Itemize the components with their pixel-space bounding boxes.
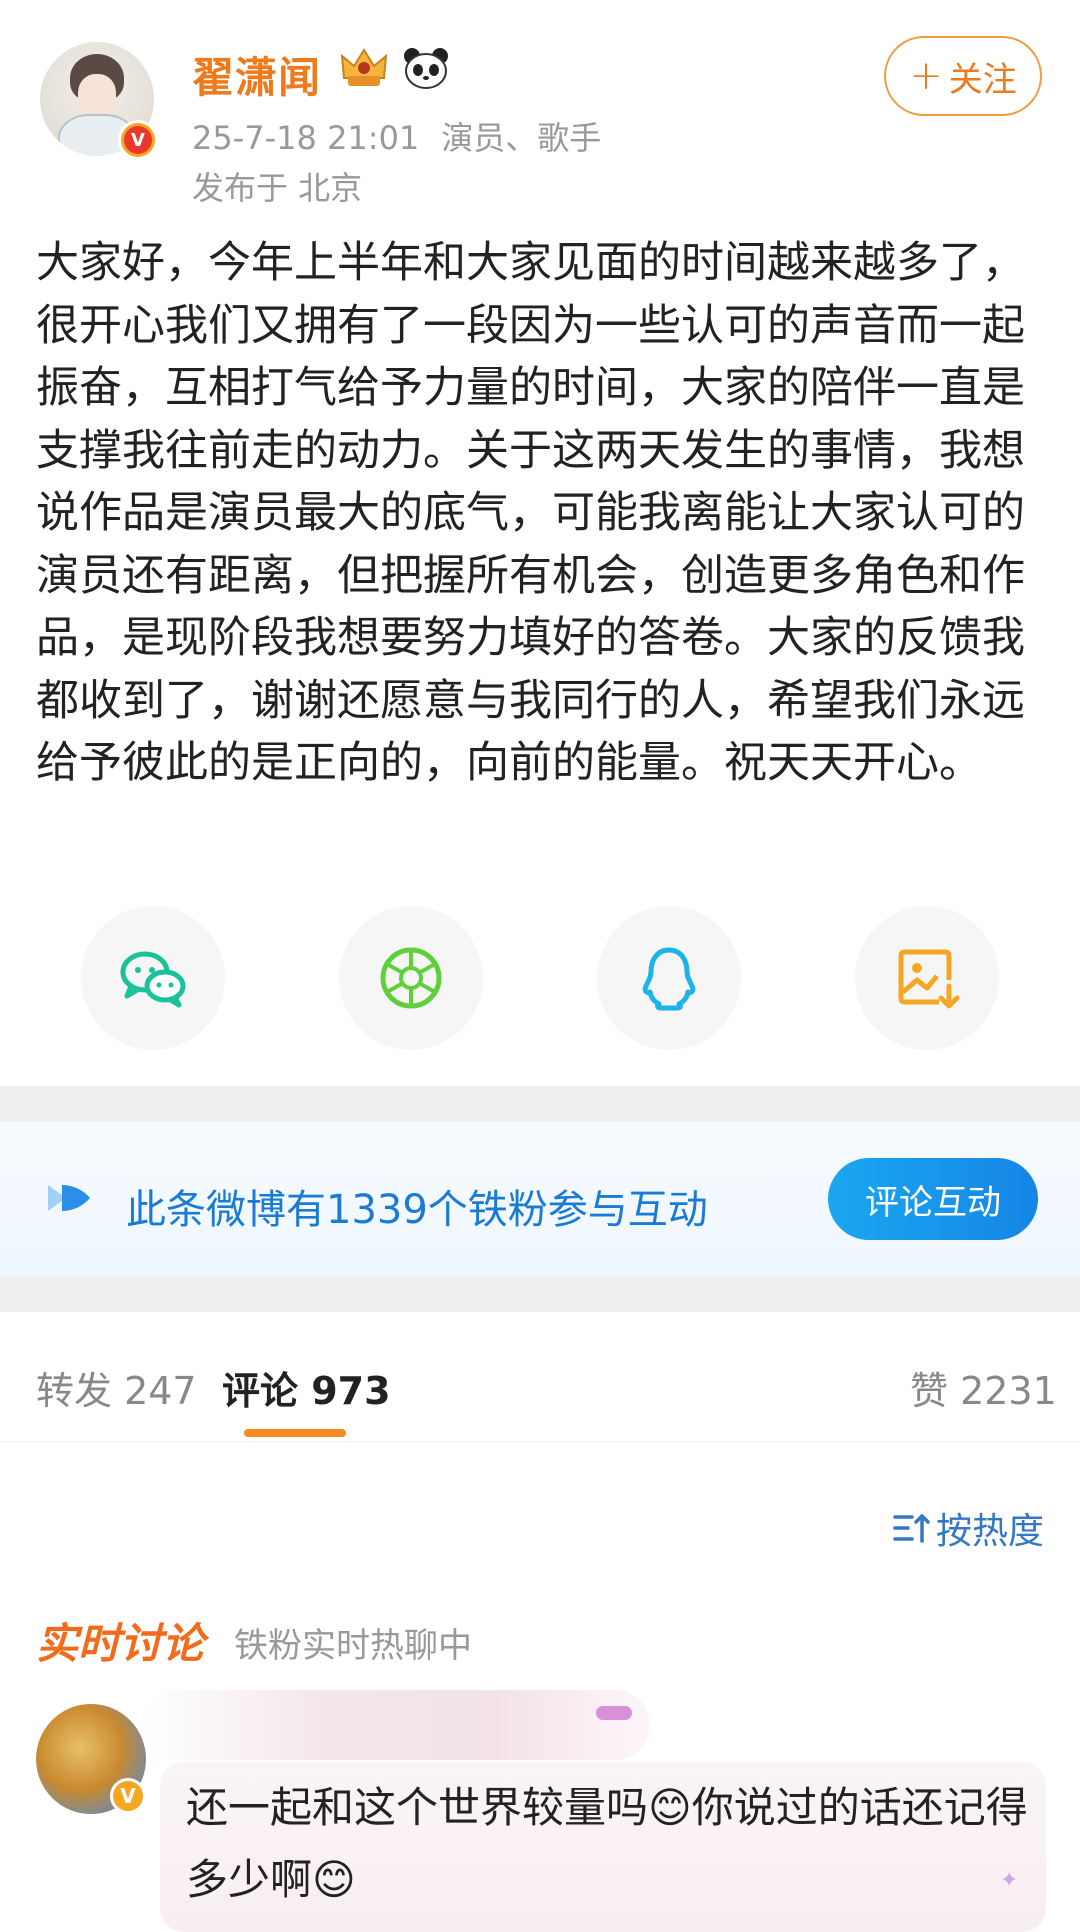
live-discussion-subtitle: 铁粉实时热聊中 [234,1626,472,1666]
commenter-verified-icon: V [110,1778,146,1814]
plus-icon: + [909,53,943,99]
author-role: 演员、歌手 [441,119,602,157]
post-location: 发布于 北京 [192,169,363,207]
share-moments-button[interactable] [339,906,483,1050]
sparkle-icon: ✦ [1000,1868,1019,1893]
blurred-badge [596,1706,632,1720]
post-header: V 翟潇闻 25-7-18 21:01 演员、歌手 发布于 北京 + 关注 [0,0,1080,215]
blurred-commenter-name [140,1690,650,1760]
follow-button[interactable]: + 关注 [884,36,1042,116]
post-meta: 25-7-18 21:01 演员、歌手 [192,113,601,159]
crown-badge-icon [340,48,388,86]
follow-label: 关注 [948,59,1017,100]
save-image-button[interactable] [855,906,999,1050]
comment-interact-button[interactable]: 评论互动 [828,1158,1038,1240]
share-wechat-button[interactable] [81,906,225,1050]
tab-likes[interactable]: 赞 2231 [910,1360,1057,1415]
wechat-icon [120,951,186,1008]
comment-text: 还一起和这个世界较量吗😊你说过的话还记得多少啊😊 [186,1783,1028,1904]
author-name[interactable]: 翟潇闻 [192,44,321,105]
section-divider-2 [0,1276,1080,1312]
post-tabs: 转发 247 评论 973 赞 2231 [0,1312,1080,1442]
sort-by-hot-button[interactable]: 按热度 [892,1502,1044,1554]
share-row [0,906,1080,1050]
share-qq-button[interactable] [597,906,741,1050]
sort-icon [893,1514,930,1543]
tab-repost[interactable]: 转发 247 [36,1360,197,1415]
verified-badge-icon: V [118,120,158,160]
save-image-icon [898,949,960,1009]
moments-icon [380,947,442,1009]
tab-comments[interactable]: 评论 973 [222,1360,391,1415]
panda-icon [404,48,448,89]
qq-icon [642,947,696,1011]
fans-play-icon [48,1185,90,1211]
live-discussion-title: 实时讨论 [36,1619,205,1668]
fans-interaction-text: 此条微博有1339个铁粉参与互动 [126,1187,708,1233]
sort-label: 按热度 [936,1511,1045,1552]
active-tab-indicator [244,1429,346,1437]
section-divider [0,1086,1080,1122]
post-time: 25-7-18 21:01 [192,119,420,157]
post-text: 大家好，今年上半年和大家见面的时间越来越多了，很开心我们又拥有了一段因为一些认可… [36,238,1025,788]
